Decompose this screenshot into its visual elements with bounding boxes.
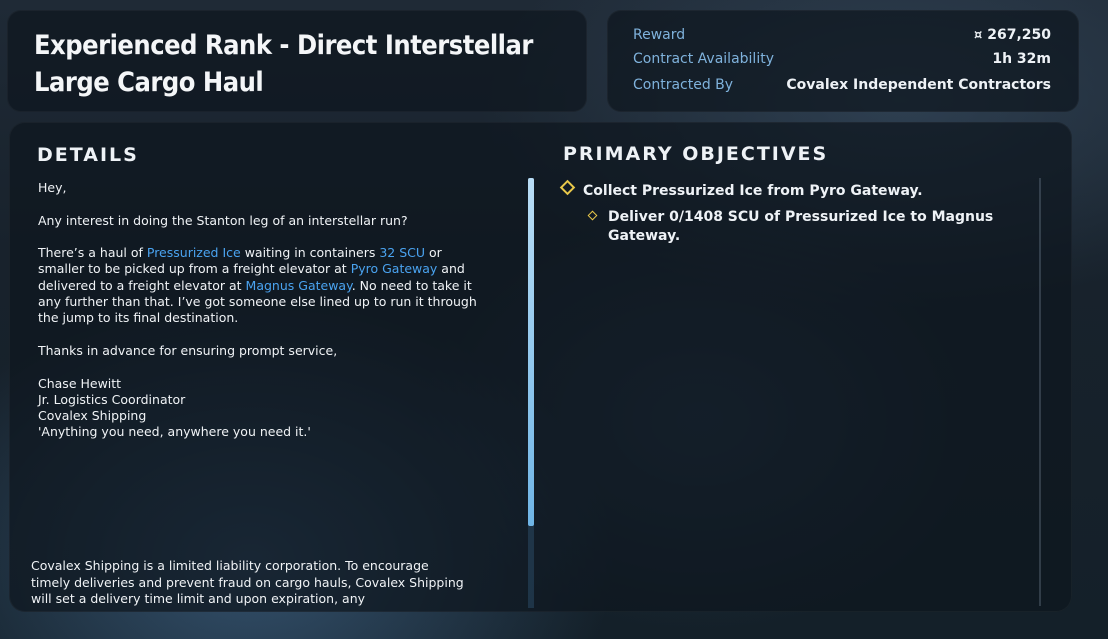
details-legal-text: Covalex Shipping is a limited liability … bbox=[31, 558, 464, 606]
contractor-label: Contracted By bbox=[633, 77, 734, 93]
details-text-fragment: There’s a haul of bbox=[38, 245, 147, 261]
details-body[interactable]: Hey, Any interest in doing the Stanton l… bbox=[38, 180, 478, 441]
dropoff-highlight: Magnus Gateway bbox=[245, 277, 352, 293]
reward-label: Reward bbox=[633, 27, 686, 43]
details-scroll-thumb[interactable] bbox=[528, 178, 534, 526]
contractor-row: Contracted By Covalex Independent Contra… bbox=[633, 77, 1051, 99]
objectives-heading: PRIMARY OBJECTIVES bbox=[563, 143, 829, 165]
objective-item: Collect Pressurized Ice from Pyro Gatewa… bbox=[559, 179, 923, 201]
signature-role: Jr. Logistics Coordinator bbox=[38, 391, 186, 407]
auec-icon: ¤ bbox=[973, 28, 983, 43]
size-highlight: 32 SCU bbox=[379, 245, 426, 261]
objective-text: Collect Pressurized Ice from Pyro Gatewa… bbox=[583, 183, 923, 199]
availability-value: 1h 32m bbox=[992, 51, 1051, 67]
reward-value-wrapper: ¤ 267,250 bbox=[974, 27, 1051, 43]
details-greeting: Hey, bbox=[38, 180, 67, 195]
contract-title-panel: Experienced Rank - Direct Interstellar L… bbox=[7, 10, 587, 112]
objective-subitem: Deliver 0/1408 SCU of Pressurized Ice to… bbox=[587, 208, 1009, 246]
objectives-scroll-edge bbox=[1039, 178, 1041, 606]
contract-title: Experienced Rank - Direct Interstellar L… bbox=[34, 30, 533, 98]
reward-row: Reward ¤ 267,250 bbox=[633, 27, 1051, 49]
signature-motto: 'Anything you need, anywhere you need it… bbox=[38, 424, 311, 440]
availability-label: Contract Availability bbox=[633, 51, 774, 67]
signature-company: Covalex Shipping bbox=[38, 408, 147, 424]
details-paragraph: There’s a haul of Pressurized Ice waitin… bbox=[38, 245, 478, 326]
details-line1: Any interest in doing the Stanton leg of… bbox=[38, 212, 408, 228]
objective-diamond-icon bbox=[559, 179, 576, 196]
availability-row: Contract Availability 1h 32m bbox=[633, 51, 1051, 73]
contractor-value: Covalex Independent Contractors bbox=[786, 77, 1051, 93]
cargo-highlight: Pressurized Ice bbox=[146, 245, 241, 261]
details-scrollbar[interactable] bbox=[528, 178, 534, 608]
pickup-highlight: Pyro Gateway bbox=[350, 261, 438, 277]
details-thanks: Thanks in advance for ensuring prompt se… bbox=[38, 342, 338, 358]
contract-info-panel: Reward ¤ 267,250 Contract Availability 1h… bbox=[607, 10, 1079, 112]
signature-name: Chase Hewitt bbox=[38, 375, 122, 391]
reward-value: 267,250 bbox=[987, 27, 1051, 43]
details-text-fragment: waiting in containers bbox=[240, 245, 380, 261]
details-heading: DETAILS bbox=[37, 144, 139, 166]
objective-diamond-icon bbox=[587, 210, 598, 221]
contract-main-panel: DETAILS Hey, Any interest in doing the S… bbox=[9, 122, 1072, 612]
objective-text: Deliver 0/1408 SCU of Pressurized Ice to… bbox=[608, 209, 994, 244]
